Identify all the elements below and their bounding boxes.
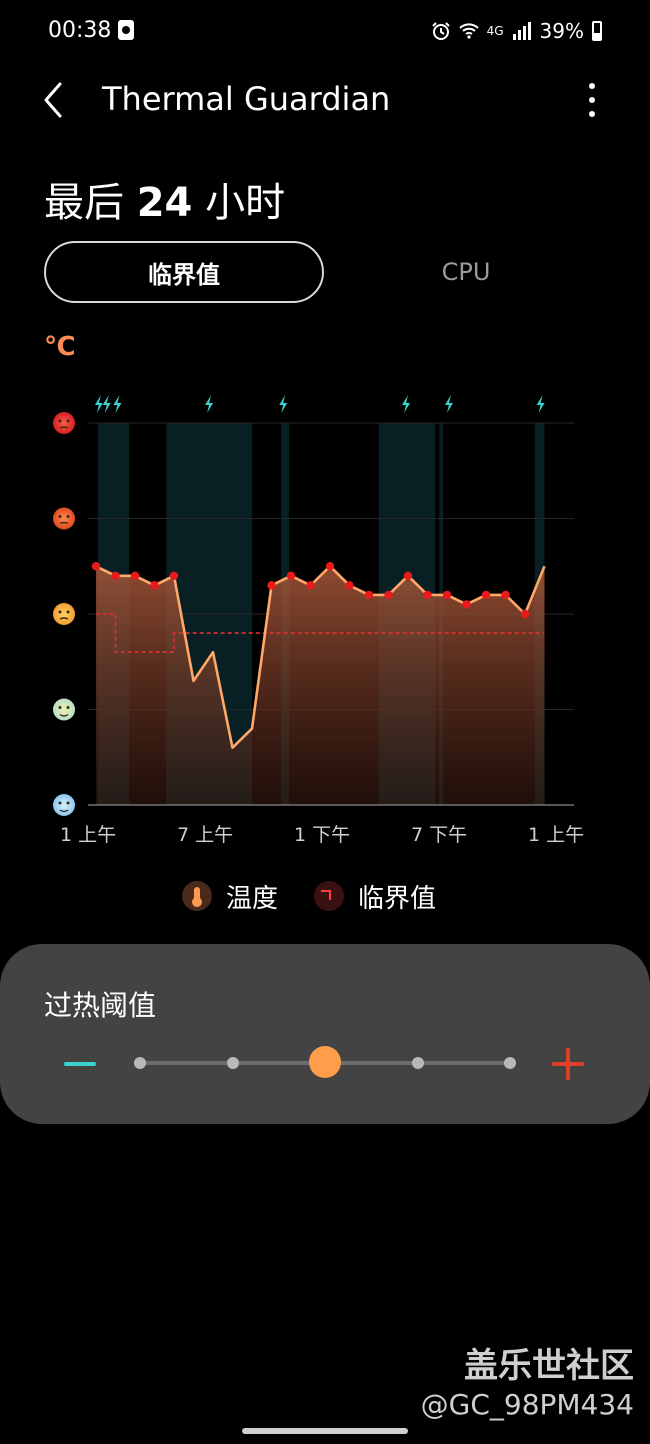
x-tick-label: 7 上午 [177,824,233,846]
temperature-point [364,590,374,600]
slider-thumb[interactable] [309,1046,341,1078]
bolt-icon [113,395,122,413]
x-tick-label: 7 下午 [411,824,467,846]
watermark-community: 盖乐世社区 [464,1346,634,1386]
tab-critical[interactable]: 临界值 [44,241,324,303]
temperature-point [325,562,335,571]
tab-cpu[interactable]: CPU [346,241,586,303]
temperature-point [306,581,315,590]
temperature-point [481,590,491,600]
x-tick-label: 1 上午 [528,824,584,846]
thermometer-icon [182,881,212,911]
slider-step[interactable] [411,1057,424,1069]
period-suffix: 小时 [205,180,286,226]
temperature-point [130,571,140,580]
unit-label: ℃ [44,332,76,362]
temperature-point [169,571,179,580]
period-hours: 24 [136,180,193,226]
more-options-button[interactable] [574,78,610,122]
battery-icon [592,21,602,41]
cold-face-icon [53,794,75,816]
angry-face-icon [53,507,75,530]
bolt-icon [536,395,545,413]
temperature-point [501,590,510,600]
slider-step[interactable] [134,1057,146,1069]
app-bar: Thermal Guardian [0,64,650,136]
more-vertical-icon [589,83,595,117]
threshold-title: 过热阈值 [44,989,157,1022]
bolt-icon [94,395,103,413]
bolt-icon [444,395,453,413]
bolt-icon [279,395,288,413]
home-indicator[interactable] [242,1428,408,1434]
bolt-icon [102,395,111,413]
alarm-icon [431,22,450,40]
status-time: 00:38 [48,18,112,43]
watermark-user: @GC_98PM434 [420,1388,634,1421]
critical-step-icon [314,881,345,911]
period-prefix: 最后 [44,180,124,226]
temperature-point [462,600,471,609]
chart-legend: 温度 临界值 [182,872,436,920]
signal-icon [512,22,531,40]
increase-button[interactable] [544,1040,592,1088]
battery-level: 39% [539,19,584,43]
temperature-point [91,562,101,571]
temperature-point [520,609,530,619]
slider-step[interactable] [226,1057,239,1069]
temperature-point [286,571,296,580]
relieved-face-icon [53,698,75,721]
period-title: 最后 24 小时 [44,170,285,228]
bolt-icon [205,395,214,413]
temperature-point [150,581,159,590]
concerned-face-icon [53,603,75,625]
sim-notification-icon [118,20,134,40]
temperature-point [345,581,354,590]
hot-face-icon [53,412,75,434]
temperature-point [423,590,432,600]
temperature-point [403,571,413,580]
back-button[interactable] [34,80,78,120]
temperature-point [384,590,393,600]
chevron-left-icon [44,82,62,118]
legend-critical: 临界值 [358,883,437,914]
app-title: Thermal Guardian [102,80,391,118]
x-tick-label: 1 上午 [60,824,116,846]
wifi-icon [458,23,479,39]
network-type: 4G [486,24,504,38]
temperature-point [111,571,120,580]
slider-step[interactable] [504,1057,516,1069]
temperature-area [96,566,545,805]
status-bar: 00:38 4G 39% [0,0,650,64]
threshold-slider[interactable] [134,1046,516,1078]
decrease-button[interactable] [56,1042,106,1086]
temperature-point [442,590,452,600]
temperature-chart: 1 上午 7 上午 1 下午 7 下午 1 上午 [53,395,584,846]
threshold-card: 过热阈值 [0,944,650,1124]
temperature-point [267,581,276,590]
legend-temperature: 温度 [226,883,279,914]
bolt-icon [402,395,411,413]
x-tick-label: 1 下午 [294,824,350,846]
status-icons: 4G 39% [431,18,602,44]
